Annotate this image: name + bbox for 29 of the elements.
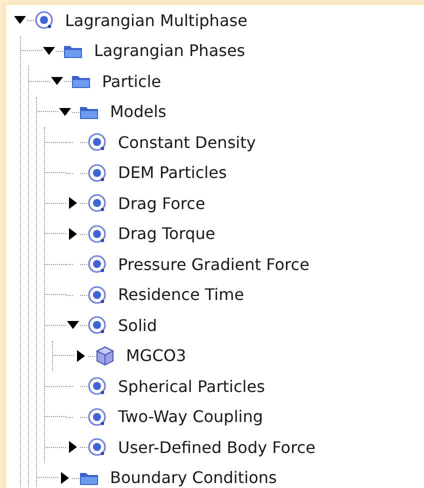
tree-item[interactable]: Lagrangian Multiphase: [65, 10, 248, 30]
tree-item[interactable]: Two-Way Coupling: [118, 407, 264, 426]
tree-item[interactable]: Drag Force: [118, 194, 206, 213]
model-icon: [87, 284, 107, 305]
tree-item[interactable]: Particle: [102, 72, 162, 91]
model-icon: [87, 376, 107, 396]
model-icon: [87, 162, 107, 183]
tree-item[interactable]: Constant Density: [118, 132, 256, 152]
tree-item[interactable]: Solid: [118, 316, 157, 335]
model-icon: [87, 193, 107, 214]
tree-item[interactable]: Boundary Conditions: [110, 468, 277, 488]
model-icon: [87, 254, 107, 274]
tree-item[interactable]: DEM Particles: [118, 163, 227, 182]
tree-item[interactable]: Lagrangian Phases: [94, 41, 246, 60]
cube-icon: [95, 346, 115, 366]
model-icon: [87, 132, 107, 152]
folder-icon: [71, 73, 91, 90]
tree-item[interactable]: Models: [110, 102, 166, 122]
tree-item[interactable]: User-Defined Body Force: [118, 438, 316, 457]
model-icon: [87, 406, 107, 427]
tree-item[interactable]: Pressure Gradient Force: [118, 254, 310, 274]
model-icon: [87, 437, 107, 458]
tree-item[interactable]: Spherical Particles: [118, 376, 265, 396]
tree-item[interactable]: Drag Torque: [118, 224, 216, 244]
model-icon: [34, 10, 54, 30]
model-icon: [87, 224, 107, 244]
model-icon: [87, 315, 107, 336]
tree-item[interactable]: MGCO3: [126, 346, 186, 366]
tree-item[interactable]: Residence Time: [118, 285, 244, 304]
